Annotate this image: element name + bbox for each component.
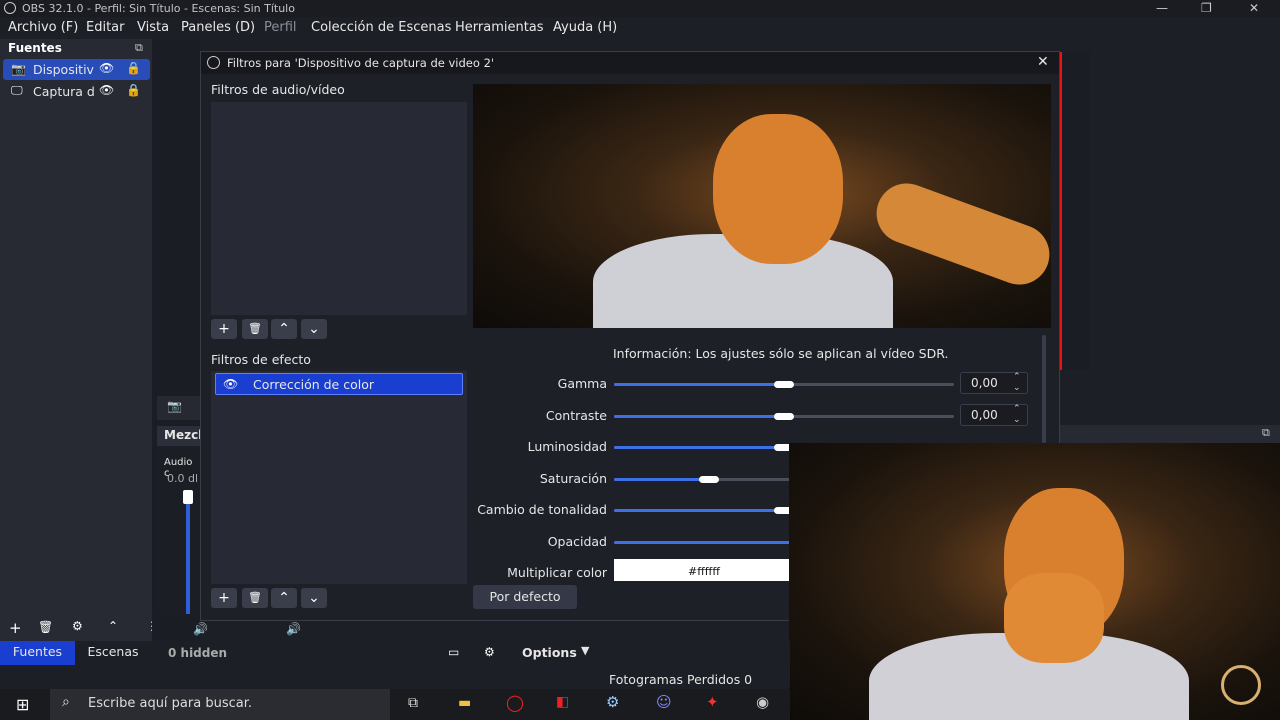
preview-canvas-edge xyxy=(1060,52,1090,370)
windows-start-icon[interactable]: ⊞ xyxy=(16,695,29,714)
watermark-logo-icon xyxy=(1221,665,1261,705)
advanced-settings-icon[interactable]: ⚙ xyxy=(484,645,495,659)
webcam-overlay-image xyxy=(789,443,1280,720)
scene-toolbar: 📷 xyxy=(157,396,200,420)
spin-arrows-icon[interactable]: ⌃ ⌄ xyxy=(1013,372,1021,394)
menu-ayuda[interactable]: Ayuda (H) xyxy=(553,20,617,35)
opera-icon[interactable]: ◯ xyxy=(506,693,524,712)
screenshot-camera-icon[interactable]: 📷 xyxy=(167,399,182,413)
tab-fuentes[interactable]: Fuentes xyxy=(0,641,75,665)
app-icon[interactable]: ◧ xyxy=(556,694,569,710)
task-view-icon[interactable]: ⧉ xyxy=(408,695,418,711)
visibility-eye-icon[interactable]: 👁 xyxy=(99,61,114,75)
monitor-icon: 🖵 xyxy=(11,83,23,97)
camera-icon: 📷 xyxy=(11,62,26,76)
hidden-count: 0 hidden xyxy=(168,646,228,660)
slider-fill xyxy=(614,540,790,544)
options-button[interactable]: Options xyxy=(522,645,577,660)
bottom-dock-bar: Fuentes Escenas 0 hidden ▭ ⚙ Options ▼ F… xyxy=(0,641,790,702)
default-button[interactable]: Por defecto xyxy=(473,585,577,609)
speaker-icon[interactable]: 🔊 xyxy=(193,622,208,636)
search-placeholder: Escribe aquí para buscar. xyxy=(88,696,252,711)
menu-paneles[interactable]: Paneles (D) xyxy=(181,20,255,35)
slider-fill xyxy=(614,446,784,449)
settings-gear-icon[interactable]: ⚙ xyxy=(72,619,83,633)
taskbar-search-box[interactable]: ⌕ Escribe aquí para buscar. xyxy=(50,689,390,720)
multiply-color-swatch[interactable]: #ffffff xyxy=(614,559,794,581)
mixer-level: 0.0 dl xyxy=(167,472,199,485)
right-dock-header: ⧉ xyxy=(1060,425,1280,443)
menu-coleccion[interactable]: Colección de Escenas xyxy=(311,20,451,35)
add-source-icon[interactable]: + xyxy=(9,619,22,637)
slider-value-spinbox[interactable]: 0,00 ⌃ ⌄ xyxy=(960,372,1028,394)
layout-icon[interactable]: ▭ xyxy=(448,645,459,659)
mixer-panel: Audio c 0.0 dl xyxy=(157,446,200,614)
slider-fill xyxy=(614,414,784,418)
tab-escenas[interactable]: Escenas xyxy=(78,641,148,665)
source-label: Dispositiv xyxy=(33,62,94,77)
slider-handle[interactable] xyxy=(699,475,720,483)
source-item-display-capture[interactable]: 🖵 Captura d 👁 🔒 xyxy=(3,81,150,102)
slider-value: 0,00 xyxy=(971,376,998,390)
slider-fill xyxy=(614,477,710,481)
slider-label: Luminosidad xyxy=(527,439,607,454)
move-up-icon[interactable]: ⌃ xyxy=(108,619,118,633)
sources-dock: Fuentes ⧉ 📷 Dispositiv 👁 🔒 🖵 Captura d 👁… xyxy=(0,39,158,641)
slider-handle[interactable] xyxy=(774,381,794,388)
undock-icon[interactable]: ⧉ xyxy=(1262,426,1270,440)
menu-editar[interactable]: Editar xyxy=(86,20,125,35)
file-explorer-icon[interactable]: ▬ xyxy=(458,695,471,711)
menu-vista[interactable]: Vista xyxy=(137,20,169,35)
obs-logo-icon xyxy=(4,2,16,14)
discord-icon[interactable]: ☺ xyxy=(656,693,672,711)
maximize-icon[interactable]: ❐ xyxy=(1201,1,1212,15)
slider-fill xyxy=(614,383,784,386)
minimize-icon[interactable]: — xyxy=(1156,1,1168,15)
delete-source-icon[interactable]: 🗑 xyxy=(38,620,53,634)
mixer-header: Mezcl xyxy=(164,428,203,442)
menu-archivo[interactable]: Archivo (F) xyxy=(8,20,78,35)
title-bar: OBS 32.1.0 - Perfil: Sin Título - Escena… xyxy=(0,0,1280,17)
mixer-tab[interactable]: Mezcl xyxy=(157,426,203,446)
volume-meter xyxy=(186,496,190,614)
lock-icon[interactable]: 🔒 xyxy=(126,61,141,75)
app-icon-2[interactable]: ✦ xyxy=(706,693,719,711)
close-window-icon[interactable]: ✕ xyxy=(1249,1,1259,15)
slider-label: Contraste xyxy=(545,407,607,423)
menu-perfil[interactable]: Perfil xyxy=(264,20,297,35)
source-item-video-capture[interactable]: 📷 Dispositiv 👁 🔒 xyxy=(3,59,150,80)
menu-bar: Archivo (F) Editar Vista Paneles (D) Per… xyxy=(0,17,1280,39)
chevron-down-icon[interactable]: ▼ xyxy=(581,644,589,657)
multiply-color-label: Multiplicar color xyxy=(507,565,607,580)
speaker-icon-2[interactable]: 🔊 xyxy=(286,622,301,636)
undock-icon[interactable]: ⧉ xyxy=(135,41,143,55)
visibility-eye-icon[interactable]: 👁 xyxy=(99,83,114,97)
window-title: OBS 32.1.0 - Perfil: Sin Título - Escena… xyxy=(22,2,295,15)
slider-label: Opacidad xyxy=(547,533,607,549)
hand-shape xyxy=(1004,573,1104,663)
slider-value: 0,00 xyxy=(971,407,998,422)
volume-slider-handle[interactable] xyxy=(183,490,193,504)
slider-label: Saturación xyxy=(539,470,607,486)
obs-taskbar-icon[interactable]: ◉ xyxy=(756,693,769,711)
windows-taskbar: ⊞ ⌕ Escribe aquí para buscar. ⧉ ▬ ◯ ◧ ⚙ … xyxy=(0,689,790,720)
slider-label: Cambio de tonalidad xyxy=(477,502,607,517)
lock-icon[interactable]: 🔒 xyxy=(126,83,141,97)
slider-label: Gamma xyxy=(557,376,607,391)
source-label: Captura d xyxy=(33,84,95,99)
steam-icon[interactable]: ⚙ xyxy=(606,693,619,711)
sources-header: Fuentes xyxy=(8,41,62,55)
slider-fill xyxy=(614,509,784,512)
menu-herramientas[interactable]: Herramientas xyxy=(455,20,544,35)
spin-arrows-icon[interactable]: ⌃ ⌄ xyxy=(1013,404,1021,426)
search-icon: ⌕ xyxy=(62,694,70,710)
slider-value-spinbox[interactable]: 0,00 ⌃ ⌄ xyxy=(960,403,1028,426)
slider-handle[interactable] xyxy=(774,412,794,420)
